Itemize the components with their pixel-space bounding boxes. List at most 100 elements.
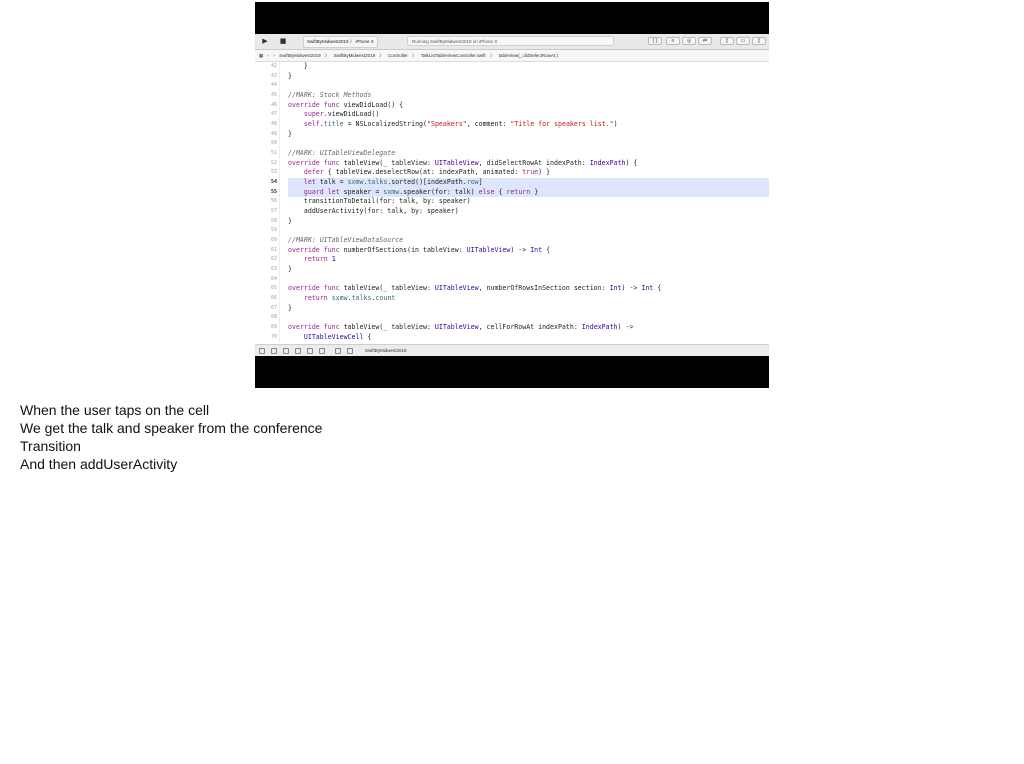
code-line: override func tableView(_ tableView: UIT… [288,158,638,167]
note-line: When the user taps on the cell [20,402,210,418]
line-number: 59 [270,227,277,234]
scheme-selector[interactable]: SwiftByMidwest2019 〉 iPhone X [303,36,378,48]
location-icon[interactable] [347,348,353,354]
jump-bar-item-group[interactable]: Controller [388,53,408,58]
line-number: 67 [270,304,277,311]
code-line: //MARK: UITableViewDelegate [288,149,396,158]
jump-bar-separator: 〉 [324,53,330,58]
code-line: override func viewDidLoad() { [288,100,404,109]
code-line: addUserActivity(for: talk, by: speaker) [288,207,459,216]
note-line: We get the talk and speaker from the con… [20,420,323,436]
jump-bar-separator: 〉 [411,53,417,58]
code-line: //MARK: Stock Methods [288,91,372,99]
line-number: 63 [270,266,277,273]
code-line: self.title = NSLocalizedString("Speakers… [303,120,618,129]
line-number: 62 [270,256,277,263]
jump-bar: ▦ ‹ › SwiftByMidwest2019 〉 SwiftByMidwes… [255,50,769,62]
jump-bar-item-file[interactable]: TalkListTableViewController.swift [421,53,486,58]
slide-screenshot: ▶ ■ SwiftByMidwest2019 〉 iPhone X Runnin… [255,2,769,388]
line-number-highlighted: 55 [270,188,277,195]
jump-bar-item-method[interactable]: tableView(_:didSelectRowAt:) [499,53,558,58]
line-number: 60 [270,237,277,244]
step-over-icon[interactable] [295,348,301,354]
line-number: 43 [270,72,277,79]
xcode-window: ▶ ■ SwiftByMidwest2019 〉 iPhone X Runnin… [255,34,769,356]
note-line: And then addUserActivity [20,456,178,472]
line-number-highlighted: 54 [270,179,277,186]
grid-icon[interactable]: ▦ [259,53,263,58]
code-line: } [288,71,292,80]
code-line: } [288,129,292,138]
line-number: 70 [270,333,277,340]
code-line: //MARK: UITableViewDataSource [288,236,404,245]
forward-icon[interactable]: › [273,53,275,58]
run-icon[interactable]: ▶ [261,37,269,46]
code-line: override func tableView(_ tableView: UIT… [288,284,662,293]
line-number-gutter: 42 43 44 45 46 47 48 49 50 51 52 53 54 5… [255,62,280,344]
step-into-icon[interactable] [307,348,313,354]
line-number: 69 [270,324,277,331]
line-number: 57 [270,208,277,215]
jump-bar-separator: 〉 [379,53,384,58]
hide-debug-area-icon[interactable] [259,348,265,354]
code-line: } [288,216,292,225]
line-number: 42 [270,63,277,69]
back-icon[interactable]: ‹ [268,53,270,58]
line-number: 53 [270,169,277,176]
code-line: } [288,265,292,274]
editor-assistant-icon[interactable]: ◎ [682,37,696,45]
code-line: } [288,303,292,312]
code-line: transitionToDetail(for: talk, by: speake… [288,197,471,206]
view-debugger-icon[interactable] [335,348,341,354]
code-line: UITableViewCell { [303,332,372,341]
debug-toggle-icon[interactable]: ▭ [736,37,750,45]
line-number: 47 [270,111,277,118]
line-number: 44 [270,82,277,89]
code-line: override func numberOfSections(in tableV… [288,245,551,254]
code-line: } [288,62,308,70]
line-number: 68 [270,314,277,321]
code-line: super.viewDidLoad() [303,110,380,119]
code-line: defer { tableView.deselectRow(at: indexP… [303,168,551,177]
editor-standard-icon[interactable]: ≡ [666,37,680,45]
jump-bar-item-project[interactable]: SwiftByMidwest2019 [279,53,321,58]
line-number: 51 [270,150,277,157]
code-editor[interactable]: } } //MARK: Stock Methods override func … [288,62,769,344]
navigator-toggle-icon[interactable]: ▯ [720,37,734,45]
inspector-toggle-icon[interactable]: ▯ [752,37,766,45]
line-number: 45 [270,92,277,98]
code-line-highlighted: let talk = sxmw.talks.sorted()[indexPath… [288,178,769,188]
xcode-toolbar: ▶ ■ SwiftByMidwest2019 〉 iPhone X Runnin… [255,34,769,50]
library-icon[interactable]: { } [648,37,662,45]
code-line: return 1 [303,255,336,264]
code-line-highlighted: guard let speaker = sxmw.speaker(for: ta… [288,187,769,198]
line-number: 58 [270,217,277,224]
jump-bar-item-folder[interactable]: SwiftByMidwest2019 [334,53,376,58]
code-line: return sxmw.talks.count [303,294,396,303]
step-out-icon[interactable] [319,348,325,354]
debug-target-label: SwiftByMidwest2019 [365,348,407,353]
jump-bar-separator: 〉 [489,53,495,58]
line-number: 50 [270,140,277,147]
line-number: 56 [270,198,277,205]
line-number: 52 [270,159,277,166]
line-number: 49 [270,130,277,137]
presenter-notes: When the user taps on the cell We get th… [20,401,620,473]
breakpoints-icon[interactable] [271,348,277,354]
line-number: 66 [270,295,277,302]
editor-version-icon[interactable]: ⇄ [698,37,712,45]
debug-bar: SwiftByMidwest2019 [255,344,769,356]
continue-icon[interactable] [283,348,289,354]
line-number: 64 [270,275,277,282]
line-number: 48 [270,121,277,128]
line-number: 61 [270,246,277,253]
line-number: 46 [270,101,277,108]
note-line: Transition [20,438,81,454]
code-line: override func tableView(_ tableView: UIT… [288,323,634,332]
stop-icon[interactable]: ■ [279,37,287,46]
